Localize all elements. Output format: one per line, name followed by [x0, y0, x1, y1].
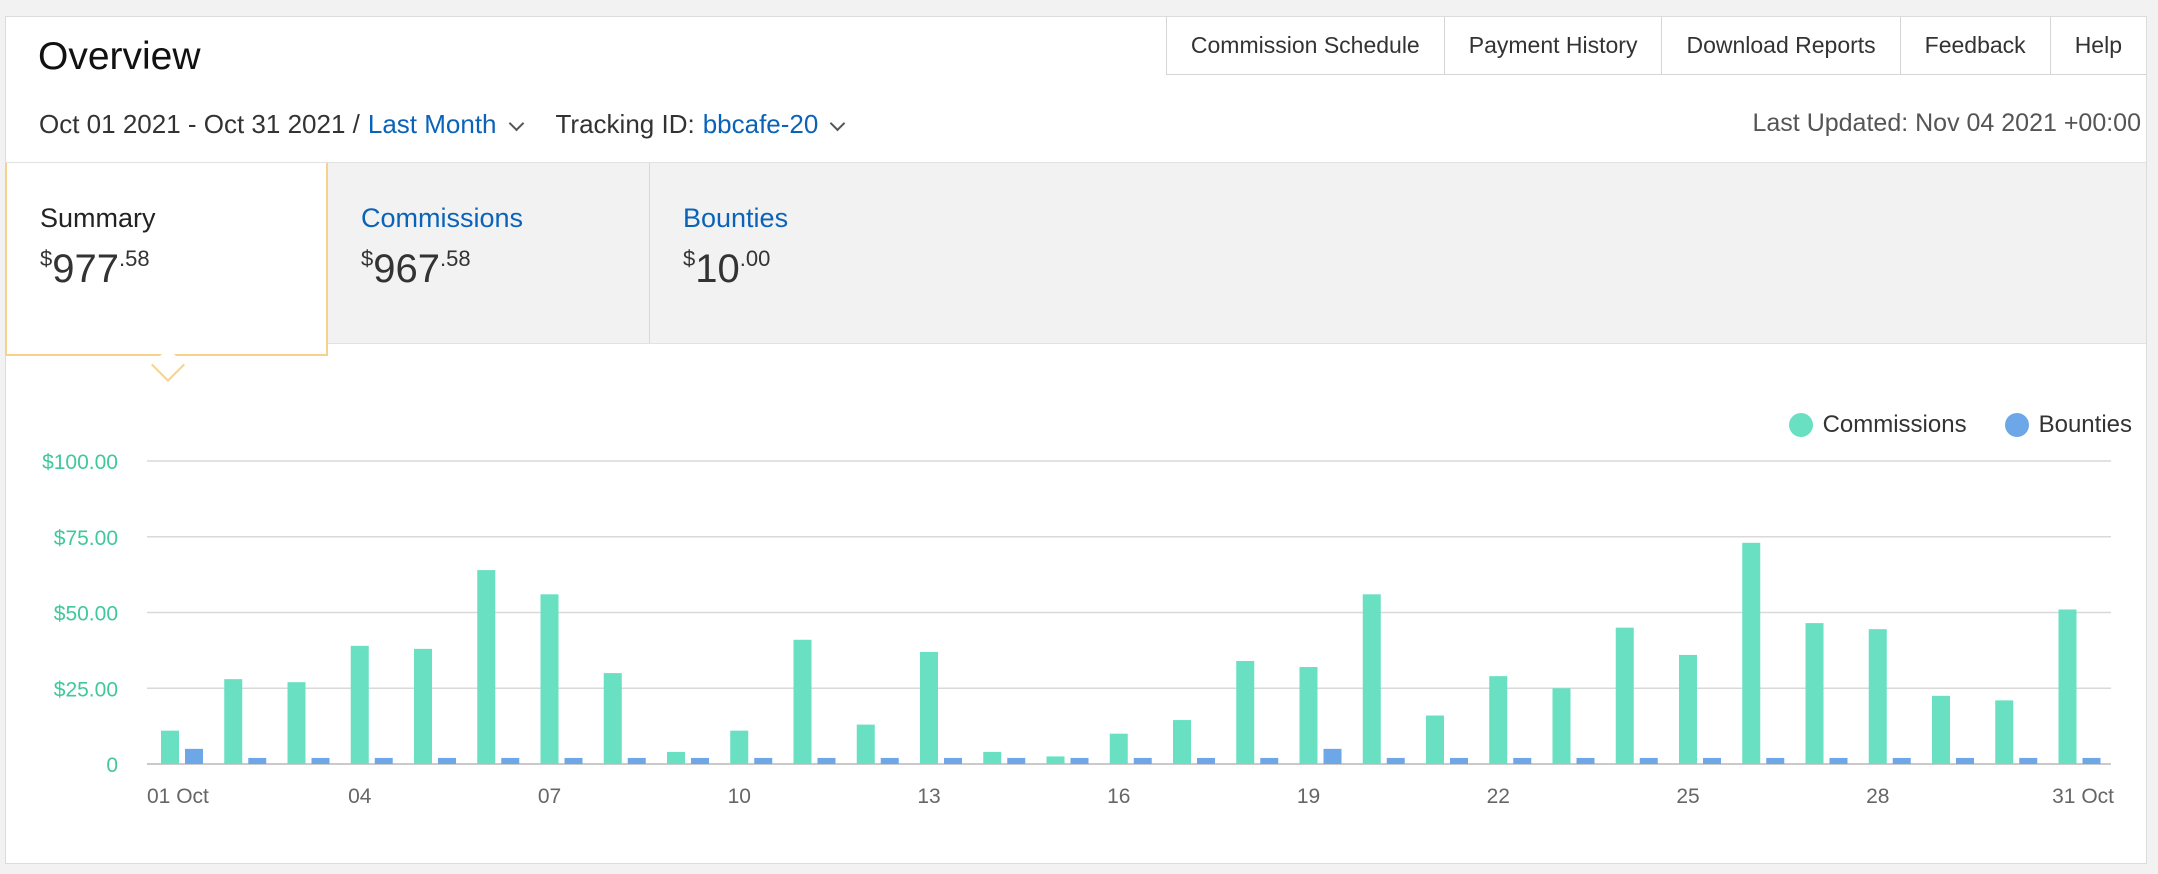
- bar-bounties: [1386, 757, 1405, 764]
- bar-bounties: [374, 757, 393, 764]
- bar-bounties: [1829, 757, 1848, 764]
- bar-bounties: [944, 757, 962, 764]
- bar-commissions: [730, 730, 749, 764]
- bar-bounties: [1197, 757, 1215, 764]
- bar-commissions: [1552, 688, 1571, 764]
- bar-bounties: [185, 748, 203, 764]
- bar-commissions: [1236, 660, 1255, 764]
- bar-bounties: [880, 757, 899, 764]
- bar-commissions: [603, 673, 622, 764]
- x-tick-label: 25: [1676, 785, 1699, 808]
- x-tick-label: 13: [917, 785, 940, 808]
- bar-commissions: [477, 570, 496, 764]
- bar-commissions: [1299, 667, 1318, 764]
- bar-bounties: [1956, 757, 1974, 764]
- bar-bounties: [438, 757, 456, 764]
- bar-commissions: [350, 645, 369, 764]
- bar-bounties: [2082, 757, 2101, 764]
- x-tick-label: 10: [728, 785, 751, 808]
- y-tick-label: $100.00: [42, 451, 118, 474]
- x-tick-label: 22: [1487, 785, 1510, 808]
- y-tick-label: $50.00: [54, 603, 118, 626]
- bar-bounties: [1703, 757, 1721, 764]
- bar-commissions: [793, 639, 812, 764]
- bar-bounties: [1513, 757, 1532, 764]
- bar-commissions: [1046, 756, 1065, 764]
- x-tick-label: 04: [348, 785, 372, 808]
- x-tick-label: 01 Oct: [147, 785, 209, 808]
- bar-bounties: [2019, 757, 2038, 764]
- bar-bounties: [1450, 757, 1468, 764]
- bar-bounties: [817, 757, 836, 764]
- earnings-chart: 0 $25.00 $50.00 $75.00 $100.00 01 Oct 04 07 10 13…: [42, 451, 2114, 808]
- y-tick-label: $25.00: [54, 678, 118, 701]
- bar-commissions: [2058, 609, 2077, 764]
- bar-bounties: [1766, 757, 1785, 764]
- bar-bounties: [1070, 757, 1089, 764]
- bar-bounties: [1133, 757, 1152, 764]
- bar-bounties: [1892, 757, 1911, 764]
- bar-commissions: [1489, 676, 1508, 764]
- bar-commissions: [1173, 720, 1191, 764]
- x-tick-label: 07: [538, 785, 561, 808]
- x-tick-label: 31 Oct: [2052, 785, 2114, 808]
- y-tick-label: 0: [106, 754, 118, 777]
- bar-commissions: [1742, 542, 1761, 764]
- bar-bounties: [311, 757, 330, 764]
- bar-commissions: [920, 651, 938, 764]
- bar-commissions: [1868, 629, 1887, 764]
- bar-commissions: [1109, 733, 1128, 764]
- bar-commissions: [667, 751, 685, 764]
- bar-commissions: [983, 751, 1002, 764]
- bar-bounties: [248, 757, 267, 764]
- bar-commissions: [1362, 594, 1381, 764]
- bar-bounties: [1639, 757, 1658, 764]
- bar-bounties: [754, 757, 773, 764]
- bar-bounties: [1323, 748, 1342, 764]
- bar-commissions: [161, 730, 179, 764]
- bar-bounties: [501, 757, 520, 764]
- bar-commissions: [414, 648, 432, 764]
- bar-commissions: [1426, 715, 1444, 764]
- bar-bounties: [627, 757, 646, 764]
- bar-bounties: [1576, 757, 1595, 764]
- overview-card: Overview Commission Schedule Payment His…: [5, 16, 2147, 864]
- bar-bounties: [1260, 757, 1279, 764]
- bar-bounties: [691, 757, 709, 764]
- bar-commissions: [856, 724, 875, 764]
- bar-bounties: [564, 757, 583, 764]
- y-tick-label: $75.00: [54, 527, 118, 550]
- bar-commissions: [540, 594, 559, 764]
- x-tick-label: 19: [1297, 785, 1320, 808]
- bar-bounties: [1007, 757, 1026, 764]
- bar-commissions: [1805, 623, 1824, 764]
- x-tick-label: 16: [1107, 785, 1130, 808]
- bar-commissions: [1679, 654, 1697, 764]
- bar-commissions: [1615, 627, 1634, 764]
- bar-commissions: [1932, 695, 1950, 764]
- bar-commissions: [224, 679, 243, 764]
- bar-commissions: [287, 682, 306, 764]
- bar-commissions: [1995, 700, 2014, 764]
- x-tick-label: 28: [1866, 785, 1889, 808]
